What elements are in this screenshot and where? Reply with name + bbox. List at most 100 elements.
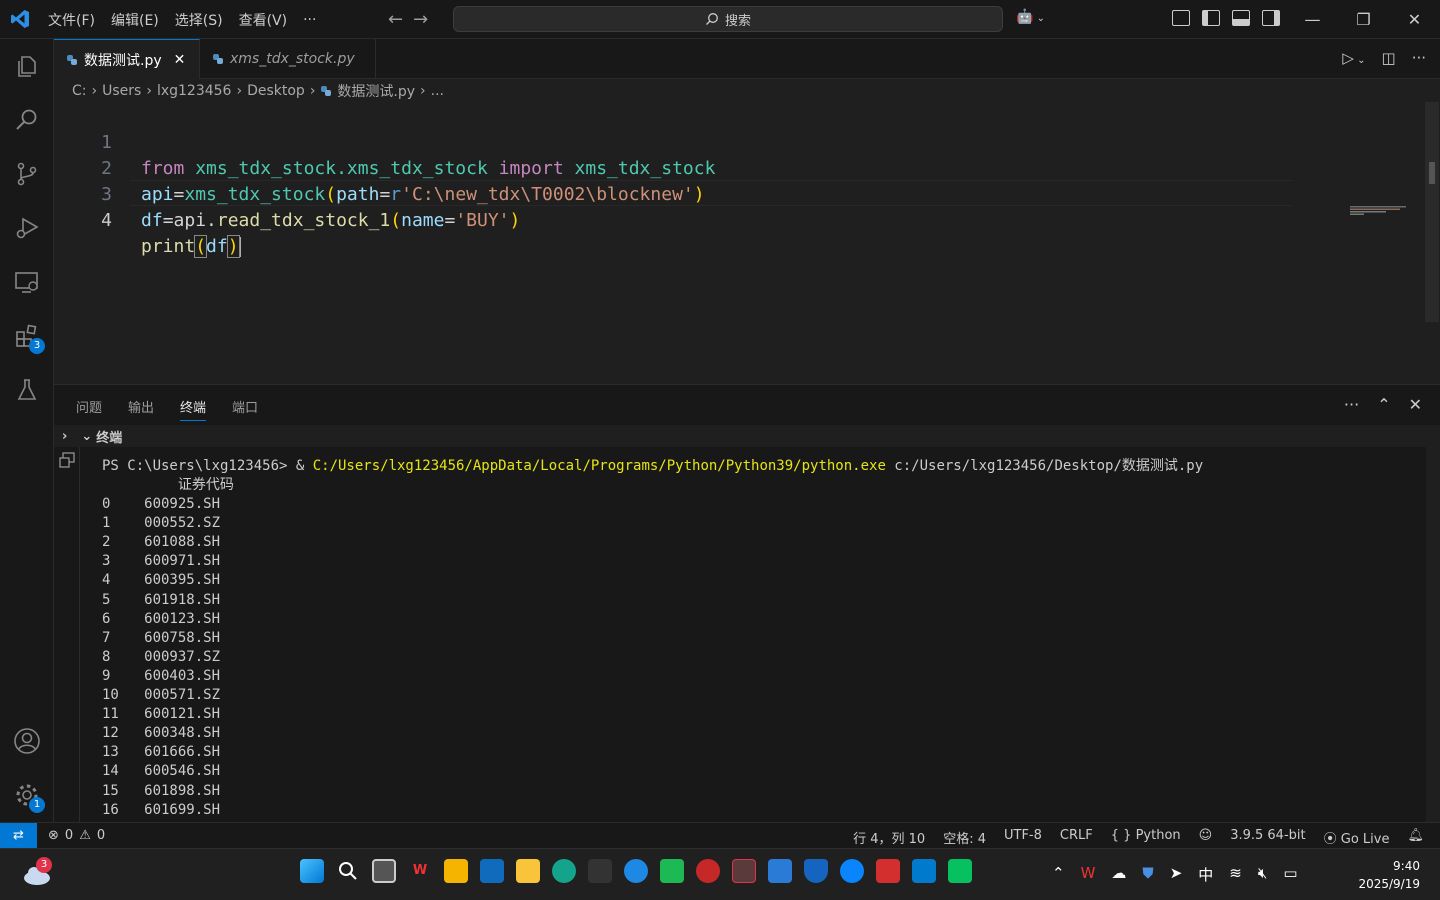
tab-terminal[interactable]: 终端 — [180, 397, 207, 421]
problems-indicator[interactable]: ⊗ 0 ⚠ 0 — [48, 828, 105, 843]
code-editor[interactable]: 1 from xms_tdx_stock.xms_tdx_stock impor… — [54, 102, 1426, 384]
explorer-icon[interactable] — [13, 52, 41, 80]
split-editor-icon[interactable]: ◫ — [1382, 49, 1396, 67]
indentation[interactable]: 空格: 4 — [943, 828, 986, 847]
tab-output[interactable]: 输出 — [128, 397, 154, 421]
more-actions-icon[interactable]: ··· — [1344, 395, 1359, 414]
broadcast-icon: ⦿ — [1323, 832, 1337, 847]
weather-widget[interactable]: 3 — [22, 857, 52, 887]
accounts-icon[interactable] — [13, 727, 41, 755]
back-arrow-icon[interactable]: ← — [388, 9, 403, 30]
run-python-file-icon[interactable]: ▷ ⌄ — [1342, 49, 1365, 67]
file-explorer-icon[interactable] — [516, 859, 540, 883]
minimap[interactable] — [1350, 206, 1414, 216]
windows-start-icon[interactable] — [300, 859, 324, 883]
edge-ai-icon[interactable] — [624, 859, 648, 883]
terminal-section-header[interactable]: › ⌄ 终端 — [54, 425, 1440, 447]
toggle-primary-sidebar-icon[interactable] — [1202, 10, 1220, 26]
messaging-app-icon[interactable] — [660, 859, 684, 883]
close-tab-icon[interactable]: ✕ — [174, 52, 186, 68]
search-app-icon[interactable] — [732, 859, 756, 883]
battery-icon[interactable]: ▭ — [1283, 864, 1297, 885]
time: 9:40 — [1393, 859, 1420, 873]
more-actions-icon[interactable]: ··· — [1412, 49, 1426, 67]
source-control-icon[interactable] — [13, 160, 41, 188]
copilot-menu[interactable]: 🤖 ⌄ — [1016, 9, 1045, 25]
minimize-icon[interactable]: — — [1287, 0, 1338, 39]
menu-file[interactable]: 文件(F) — [40, 10, 103, 30]
browser-app-icon[interactable] — [768, 859, 792, 883]
tab-xms-tdx-stock[interactable]: xms_tdx_stock.py — [200, 39, 376, 79]
app-icon[interactable] — [588, 859, 612, 883]
tab-problems[interactable]: 问题 — [76, 397, 102, 421]
copilot-status-icon[interactable]: ☺ — [1199, 828, 1213, 847]
close-panel-icon[interactable]: ✕ — [1409, 395, 1422, 414]
search-icon[interactable] — [336, 859, 360, 883]
breadcrumb-user[interactable]: lxg123456 — [157, 83, 232, 99]
show-hidden-icons-icon[interactable]: ⌃ — [1052, 864, 1065, 885]
run-debug-icon[interactable] — [13, 214, 41, 242]
breadcrumb-users[interactable]: Users — [102, 83, 141, 99]
wps-icon[interactable]: W — [408, 859, 432, 883]
notifications-bell-icon[interactable]: 🔔︎ — [1407, 828, 1424, 847]
wifi-icon[interactable]: ≋ — [1229, 864, 1242, 885]
breadcrumb-file[interactable]: 数据测试.py — [337, 81, 415, 101]
restore-icon[interactable]: ❐ — [1338, 0, 1389, 39]
chevron-right-icon[interactable]: › — [62, 429, 67, 444]
toggle-secondary-sidebar-icon[interactable] — [1262, 10, 1280, 26]
close-window-icon[interactable]: ✕ — [1389, 0, 1440, 39]
search-view-icon[interactable] — [13, 106, 41, 134]
cloud-sync-icon[interactable]: ☁ — [1111, 864, 1126, 885]
wps-tray-icon[interactable]: W — [1081, 864, 1096, 885]
remote-indicator-icon[interactable]: ⇄ — [0, 823, 37, 848]
python-interpreter[interactable]: 3.9.5 64-bit — [1230, 828, 1305, 847]
command-center-search[interactable]: 搜索 — [453, 6, 1003, 32]
end-of-line[interactable]: CRLF — [1060, 828, 1093, 847]
send-icon[interactable]: ➤ — [1170, 864, 1183, 885]
dataframe-row: 10 000571.SZ — [102, 687, 221, 703]
manage-gear-icon[interactable]: 1 — [13, 781, 45, 813]
wechat-icon[interactable] — [948, 859, 972, 883]
clock[interactable]: 9:40 2025/9/19 — [1358, 857, 1420, 893]
breadcrumb-symbol[interactable]: ... — [431, 83, 444, 99]
stock-app-icon[interactable] — [876, 859, 900, 883]
security-app-icon[interactable] — [804, 859, 828, 883]
vscode-taskbar-icon[interactable] — [912, 859, 936, 883]
huawei-icon[interactable] — [696, 859, 720, 883]
menu-edit[interactable]: 编辑(E) — [103, 10, 167, 30]
terminal-scrollbar[interactable] — [1426, 447, 1440, 823]
encoding[interactable]: UTF-8 — [1004, 828, 1042, 847]
customize-layout-icon[interactable] — [1172, 10, 1190, 26]
menu-view[interactable]: 查看(V) — [231, 10, 296, 30]
menu-more[interactable]: ··· — [295, 12, 324, 28]
dataframe-row: 15 601898.SH — [102, 782, 221, 799]
tab-ports[interactable]: 端口 — [232, 397, 258, 421]
edge-icon[interactable] — [552, 859, 576, 883]
volume-muted-icon[interactable]: 🔇︎ — [1258, 864, 1267, 885]
cloud-app-icon[interactable] — [840, 859, 864, 883]
testing-icon[interactable] — [13, 376, 41, 404]
outlook-icon[interactable] — [480, 859, 504, 883]
breadcrumb: C: › Users › lxg123456 › Desktop › 数据测试.… — [54, 80, 1424, 102]
terminal-tab-icon[interactable] — [58, 451, 76, 469]
cursor-position[interactable]: 行 4，列 10 — [853, 828, 925, 847]
tab-data-test[interactable]: 数据测试.py ✕ — [54, 39, 200, 79]
toggle-panel-icon[interactable] — [1232, 10, 1250, 26]
extensions-icon[interactable]: 3 — [13, 322, 45, 354]
maximize-panel-icon[interactable]: ⌃ — [1377, 395, 1390, 414]
editor-scrollbar[interactable] — [1425, 102, 1439, 322]
bracket: ) — [509, 210, 521, 231]
breadcrumb-drive[interactable]: C: — [72, 83, 87, 99]
menu-selection[interactable]: 选择(S) — [167, 10, 231, 30]
language-mode[interactable]: { } Python — [1111, 828, 1181, 847]
ime-indicator[interactable]: 中 — [1198, 864, 1213, 885]
security-tray-icon[interactable]: ⛊ — [1142, 864, 1153, 885]
store-icon[interactable] — [444, 859, 468, 883]
task-view-icon[interactable] — [372, 859, 396, 883]
forward-arrow-icon[interactable]: → — [413, 9, 428, 30]
breadcrumb-desktop[interactable]: Desktop — [247, 83, 305, 99]
terminal-output[interactable]: PS C:\Users\lxg123456> & C:/Users/lxg123… — [81, 447, 1426, 823]
remote-explorer-icon[interactable] — [13, 268, 41, 296]
scrollbar-thumb[interactable] — [1429, 162, 1435, 184]
go-live-button[interactable]: ⦿ Go Live — [1324, 828, 1390, 847]
